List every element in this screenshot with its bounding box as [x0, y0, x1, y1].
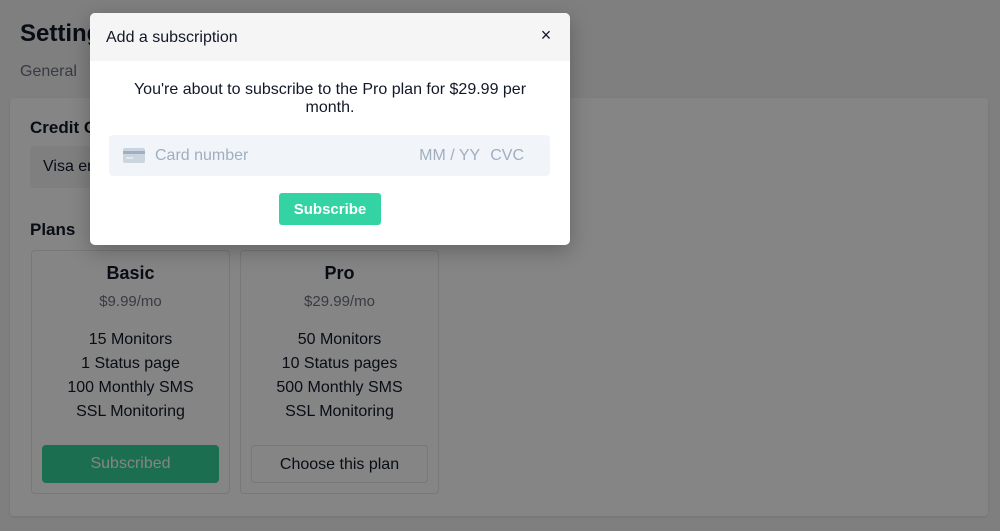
credit-card-icon: [123, 148, 145, 163]
expiry-input[interactable]: MM / YY: [419, 147, 480, 165]
subscription-message: You're about to subscribe to the Pro pla…: [133, 81, 527, 116]
subscribe-button[interactable]: Subscribe: [279, 193, 381, 225]
close-icon[interactable]: ×: [536, 25, 556, 45]
modal-header: Add a subscription ×: [90, 13, 570, 61]
card-number-input[interactable]: Card number: [155, 147, 419, 165]
cvc-input[interactable]: CVC: [490, 147, 524, 165]
modal-title: Add a subscription: [106, 29, 238, 46]
card-input-field[interactable]: Card number MM / YY CVC: [109, 135, 550, 176]
add-subscription-modal: Add a subscription × You're about to sub…: [90, 13, 570, 245]
settings-page: Settings General Credit Card Visa ending…: [0, 0, 1000, 531]
